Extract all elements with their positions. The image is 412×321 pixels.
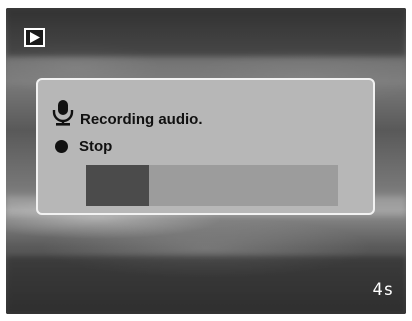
scene-sky — [6, 8, 406, 56]
playback-mode-icon — [24, 28, 45, 47]
stop-button[interactable]: Stop — [52, 138, 112, 155]
recording-dialog: Recording audio. Stop — [36, 78, 375, 215]
dialog-title: Recording audio. — [80, 110, 203, 128]
dialog-title-row: Recording audio. — [52, 100, 203, 128]
record-dot-icon — [55, 140, 68, 153]
play-triangle-icon — [30, 32, 40, 43]
scene-foreground — [6, 256, 406, 314]
recording-progress-fill — [86, 165, 149, 206]
microphone-icon — [52, 100, 74, 126]
recording-progress-bar — [86, 165, 338, 206]
camera-lcd-frame: Recording audio. Stop 4s — [6, 8, 406, 314]
elapsed-time: 4s — [372, 280, 394, 300]
stop-label: Stop — [79, 138, 113, 155]
